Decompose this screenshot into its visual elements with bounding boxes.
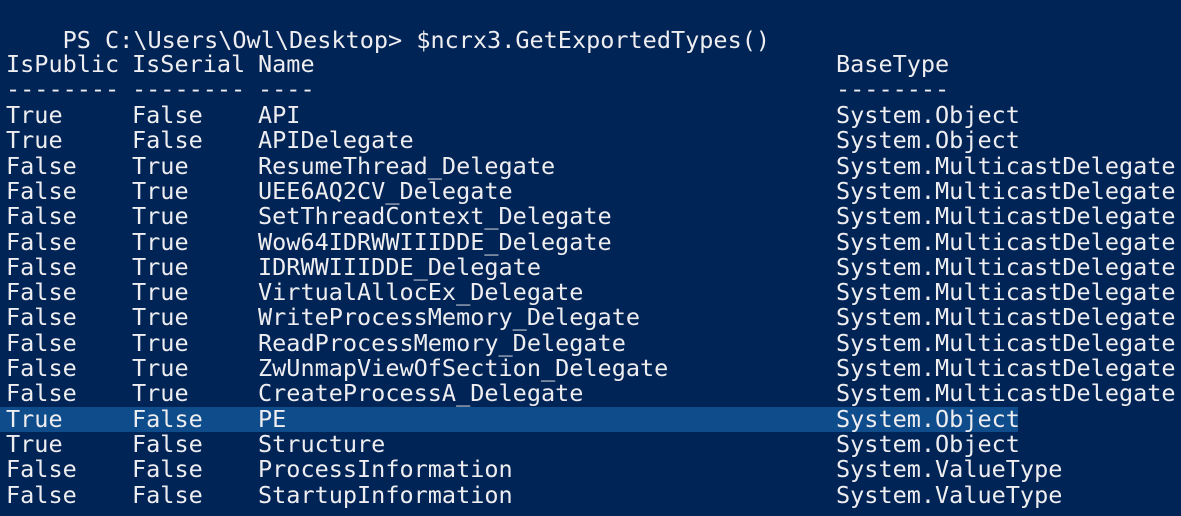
cell-basetype: System.MulticastDelegate [836, 278, 1176, 306]
cell-basetype: System.MulticastDelegate [836, 354, 1176, 382]
cell-isserial: True [132, 253, 189, 281]
cell-basetype: System.Object [836, 126, 1020, 154]
cell-basetype: System.Object [836, 430, 1020, 458]
cell-basetype: System.MulticastDelegate [836, 152, 1176, 180]
cell-isserial: False [132, 101, 203, 129]
cell-ispublic: False [6, 455, 77, 483]
cell-ispublic: False [6, 202, 77, 230]
cell-ispublic: False [6, 354, 77, 382]
cell-basetype: System.MulticastDelegate [836, 379, 1176, 407]
table-row: False True ResumeThread_Delegate System.Mul… [6, 154, 1181, 179]
cell-name: CreateProcessA_Delegate [258, 379, 584, 407]
separator-name: ---- [258, 75, 315, 103]
cell-basetype: System.MulticastDelegate [836, 228, 1176, 256]
cell-name: UEE6AQ2CV_Delegate [258, 177, 513, 205]
cell-isserial: True [132, 303, 189, 331]
cell-ispublic: False [6, 152, 77, 180]
cell-ispublic: False [6, 481, 77, 509]
cell-isserial: False [132, 126, 203, 154]
cell-basetype: System.Object [836, 405, 1020, 433]
cell-name: Structure [258, 430, 386, 458]
cell-isserial: False [132, 455, 203, 483]
cell-isserial: True [132, 152, 189, 180]
header-name: Name [258, 50, 315, 78]
cell-isserial: True [132, 354, 189, 382]
cell-ispublic: False [6, 303, 77, 331]
cell-basetype: System.ValueType [836, 455, 1063, 483]
cell-ispublic: False [6, 329, 77, 357]
cell-ispublic: True [6, 405, 63, 433]
cell-isserial: True [132, 228, 189, 256]
table-row: True False PE System.Object [6, 407, 1181, 432]
cell-name: ZwUnmapViewOfSection_Delegate [258, 354, 669, 382]
table-row: True False APIDelegate System.Object [6, 128, 1181, 153]
cell-isserial: True [132, 278, 189, 306]
table-row: True False Structure System.Object [6, 432, 1181, 457]
cell-ispublic: True [6, 430, 63, 458]
header-basetype: BaseType [836, 50, 950, 78]
cell-basetype: System.MulticastDelegate [836, 177, 1176, 205]
cell-basetype: System.MulticastDelegate [836, 202, 1176, 230]
cell-name: API [258, 101, 301, 129]
table-row: False True IDRWWIIIDDE_Delegate System.Mult… [6, 255, 1181, 280]
cell-ispublic: True [6, 126, 63, 154]
table-row: False True Wow64IDRWWIIIDDE_Delegate System… [6, 230, 1181, 255]
cell-name: Wow64IDRWWIIIDDE_Delegate [258, 228, 612, 256]
table-row: False True VirtualAllocEx_Delegate System.M… [6, 280, 1181, 305]
cell-basetype: System.MulticastDelegate [836, 303, 1176, 331]
cell-name: APIDelegate [258, 126, 414, 154]
cell-name: IDRWWIIIDDE_Delegate [258, 253, 541, 281]
table-row: False True CreateProcessA_Delegate System.M… [6, 381, 1181, 406]
cell-name: ResumeThread_Delegate [258, 152, 556, 180]
table-row: False True WriteProcessMemory_Delegate Syst… [6, 305, 1181, 330]
command-text: $ncrx3.GetExportedTypes() [416, 26, 771, 54]
powershell-console[interactable]: PS C:\Users\Owl\Desktop> $ncrx3.GetExpor… [0, 0, 1181, 516]
cell-isserial: True [132, 202, 189, 230]
cell-ispublic: False [6, 253, 77, 281]
table-row: False True SetThreadContext_Delegate System… [6, 204, 1181, 229]
separator-basetype: -------- [836, 75, 950, 103]
cell-basetype: System.MulticastDelegate [836, 253, 1176, 281]
cell-ispublic: False [6, 278, 77, 306]
cell-ispublic: True [6, 101, 63, 129]
cell-isserial: True [132, 177, 189, 205]
cell-ispublic: False [6, 379, 77, 407]
table-row: False True UEE6AQ2CV_Delegate System.Multic… [6, 179, 1181, 204]
header-ispublic: IsPublic [6, 50, 120, 78]
cell-isserial: False [132, 481, 203, 509]
cell-name: SetThreadContext_Delegate [258, 202, 612, 230]
separator-isserial: -------- [132, 75, 246, 103]
cell-isserial: True [132, 329, 189, 357]
cell-name: ReadProcessMemory_Delegate [258, 329, 626, 357]
table-separator-row: -------- -------- ---- -------- [6, 77, 1181, 102]
command-line: PS C:\Users\Owl\Desktop> $ncrx3.GetExpor… [6, 3, 770, 53]
cell-name: WriteProcessMemory_Delegate [258, 303, 641, 331]
cell-ispublic: False [6, 177, 77, 205]
cell-name: ProcessInformation [258, 455, 513, 483]
table-row: False False ProcessInformation System.Value… [6, 457, 1181, 482]
table-row: True False API System.Object [6, 103, 1181, 128]
cell-isserial: False [132, 430, 203, 458]
cell-ispublic: False [6, 228, 77, 256]
table-header-row: IsPublic IsSerial Name BaseType [6, 52, 1181, 77]
table-row: False False StartupInformation System.Value… [6, 483, 1181, 508]
cell-name: VirtualAllocEx_Delegate [258, 278, 584, 306]
cell-basetype: System.MulticastDelegate [836, 329, 1176, 357]
cell-isserial: True [132, 379, 189, 407]
separator-ispublic: -------- [6, 75, 120, 103]
cell-basetype: System.ValueType [836, 481, 1063, 509]
table-row: False True ReadProcessMemory_Delegate Syste… [6, 331, 1181, 356]
header-isserial: IsSerial [132, 50, 246, 78]
cell-name: StartupInformation [258, 481, 513, 509]
cell-basetype: System.Object [836, 101, 1020, 129]
table-row: False True ZwUnmapViewOfSection_Delegate Sy… [6, 356, 1181, 381]
cell-name: PE [258, 405, 287, 433]
cell-isserial: False [132, 405, 203, 433]
